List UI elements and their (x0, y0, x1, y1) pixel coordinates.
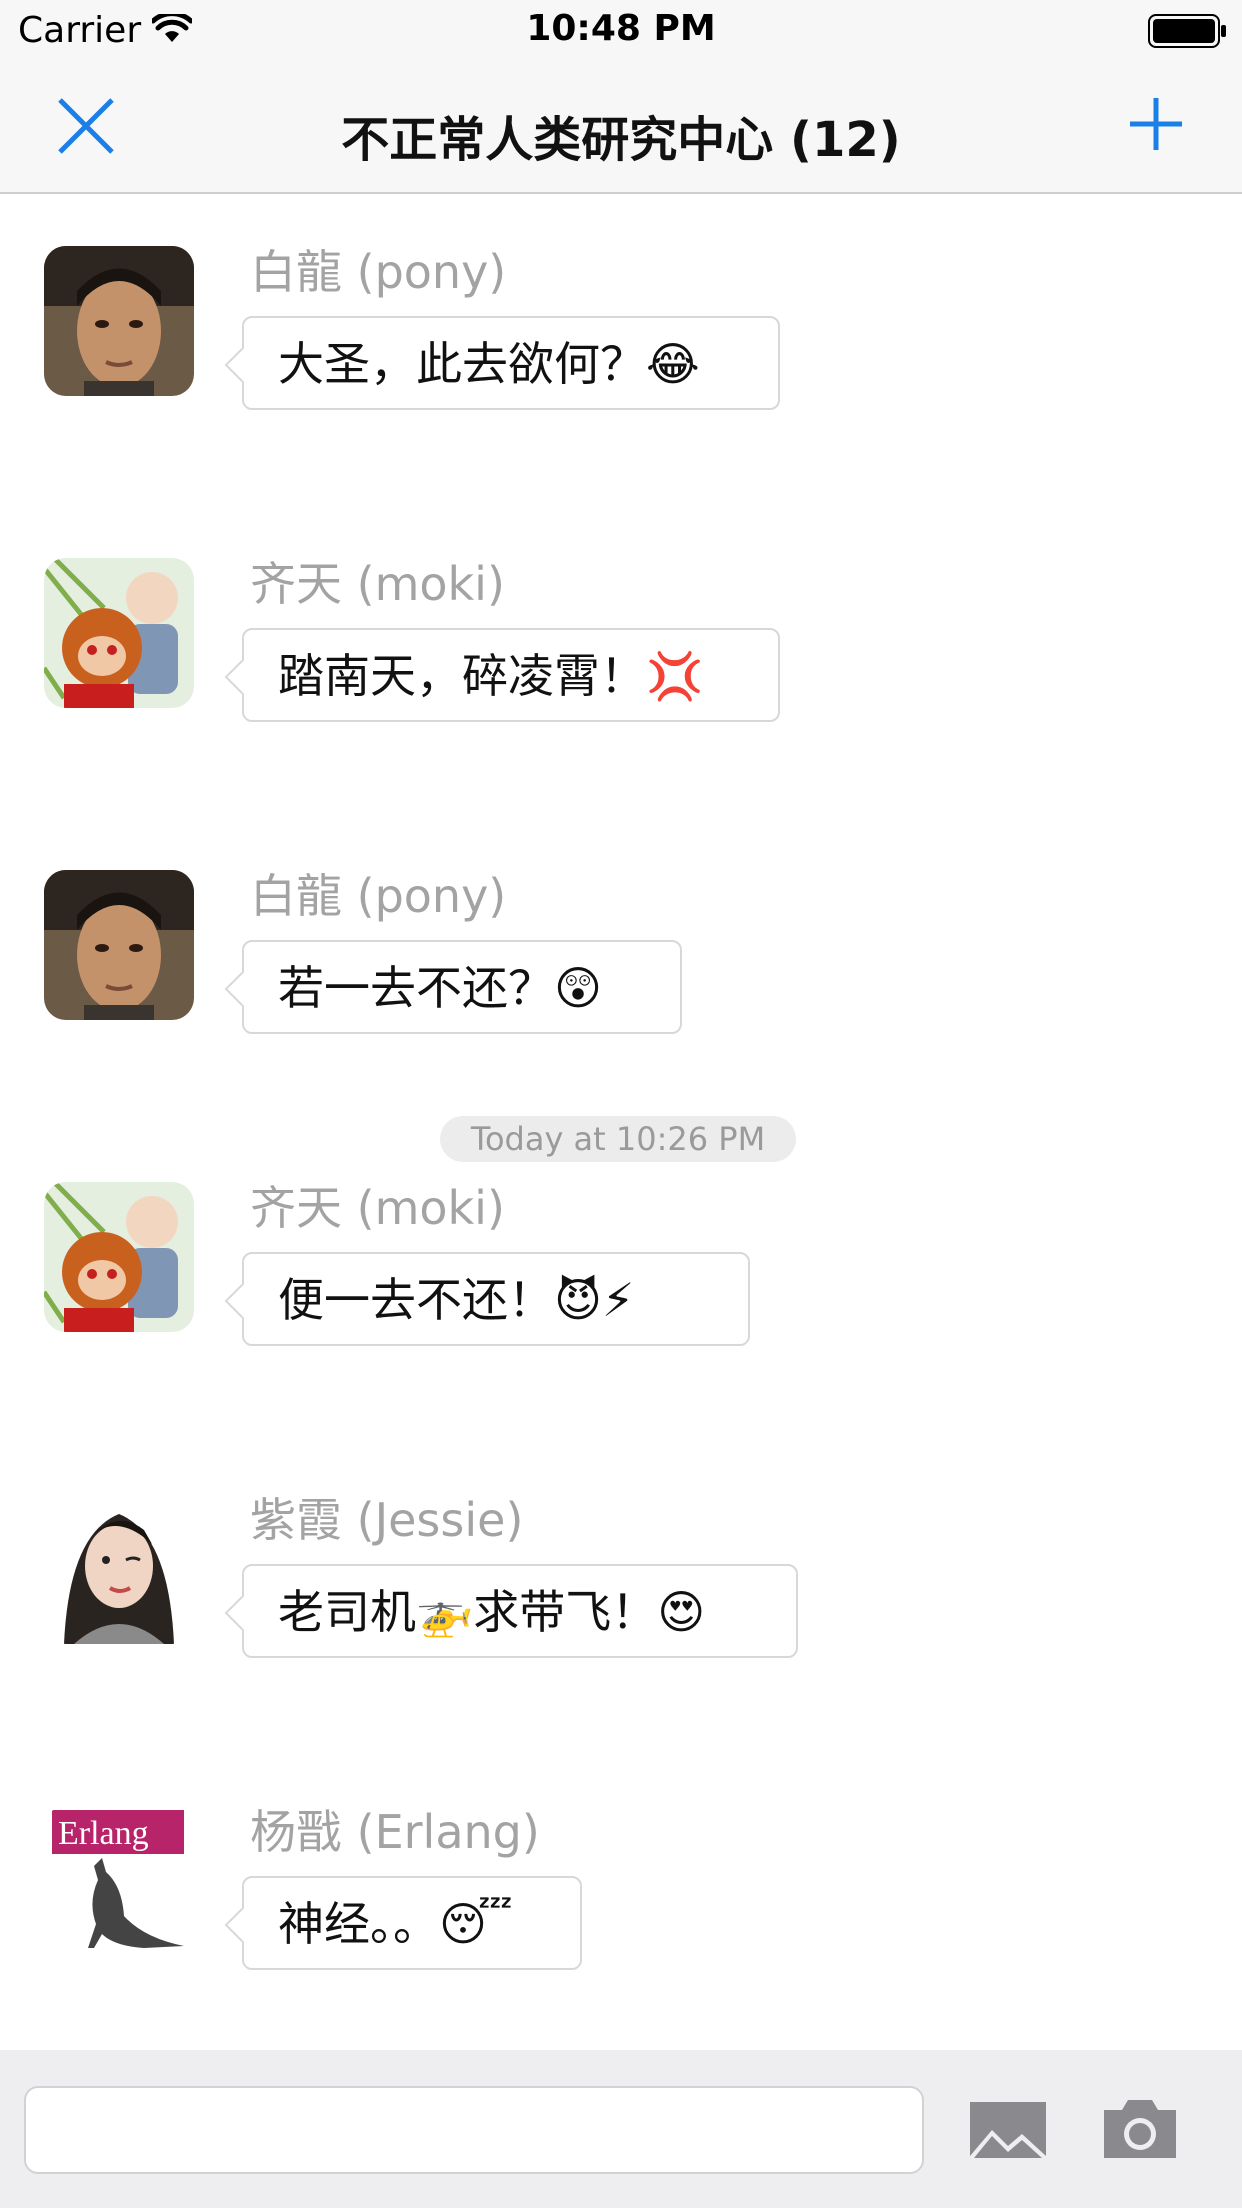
message-input[interactable] (24, 2086, 924, 2174)
page-title: 不正常人类研究中心 (12) (341, 112, 901, 168)
battery-icon (1148, 14, 1226, 48)
message-item: 白龍 (pony) 若一去不还？😲 (0, 818, 1242, 1034)
sender-name: 齐天 (moki) (250, 1181, 505, 1235)
camera-icon[interactable] (1100, 2096, 1180, 2162)
erlang-avatar[interactable]: Erlang (44, 1806, 194, 1956)
sender-name: 白龍 (pony) (250, 869, 507, 923)
message-bubble[interactable]: 踏南天，碎凌霄！💢 (242, 628, 780, 722)
photo-icon[interactable] (968, 2100, 1048, 2164)
message-item: 白龍 (pony) 大圣，此去欲何？😂 (0, 194, 1242, 410)
message-list[interactable]: 白龍 (pony) 大圣，此去欲何？😂 齐天 (moki) 踏南天，碎凌霄！💢 (0, 194, 1242, 2050)
sender-name: 杨戬 (Erlang) (250, 1805, 540, 1859)
status-bar: Carrier 10:48 PM (0, 0, 1242, 60)
message-item: Erlang 杨戬 (Erlang) 神经。。😴 (0, 1754, 1242, 1970)
pony-avatar[interactable] (44, 870, 194, 1020)
moki-avatar[interactable] (44, 1182, 194, 1332)
sender-name: 齐天 (moki) (250, 557, 505, 611)
status-time: 10:48 PM (526, 8, 716, 49)
nav-bar: 不正常人类研究中心 (12) (0, 60, 1242, 194)
pony-avatar[interactable] (44, 246, 194, 396)
input-bar (0, 2050, 1242, 2208)
message-bubble[interactable]: 老司机🚁求带飞！😍 (242, 1564, 798, 1658)
plus-icon[interactable] (1126, 94, 1186, 154)
message-item: 齐天 (moki) 便一去不还！😈⚡ (0, 1130, 1242, 1346)
sender-name: 紫霞 (Jessie) (250, 1493, 524, 1547)
message-bubble[interactable]: 大圣，此去欲何？😂 (242, 316, 780, 410)
message-item: 紫霞 (Jessie) 老司机🚁求带飞！😍 (0, 1442, 1242, 1658)
moki-avatar[interactable] (44, 558, 194, 708)
message-bubble[interactable]: 若一去不还？😲 (242, 940, 682, 1034)
erlang-logo-text: Erlang (58, 1815, 149, 1852)
jessie-avatar[interactable] (44, 1494, 194, 1644)
message-bubble[interactable]: 便一去不还！😈⚡ (242, 1252, 750, 1346)
sender-name: 白龍 (pony) (250, 245, 507, 299)
message-item: 齐天 (moki) 踏南天，碎凌霄！💢 (0, 506, 1242, 722)
message-bubble[interactable]: 神经。。😴 (242, 1876, 582, 1970)
